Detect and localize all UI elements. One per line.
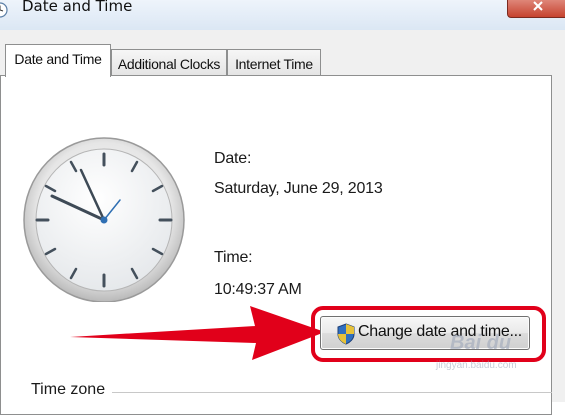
watermark: Bai du jingyan.baidu.com bbox=[432, 322, 558, 378]
tab-label: Internet Time bbox=[235, 56, 313, 72]
tab-label: Additional Clocks bbox=[117, 56, 221, 72]
time-label: Time: bbox=[214, 249, 253, 266]
close-icon bbox=[533, 1, 543, 11]
watermark-brand: Bai du bbox=[450, 332, 512, 354]
watermark-site: jingyan.baidu.com bbox=[436, 360, 517, 371]
close-button[interactable] bbox=[507, 0, 565, 18]
date-label: Date: bbox=[214, 150, 252, 167]
time-zone-label: Time zone bbox=[31, 381, 106, 398]
window-title: Date and Time bbox=[22, 0, 133, 15]
uac-shield-icon bbox=[337, 323, 355, 345]
annotation-arrow bbox=[70, 306, 325, 360]
time-value: 10:49:37 AM bbox=[214, 281, 302, 298]
title-bar: Date and Time bbox=[0, 0, 565, 31]
date-time-app-icon bbox=[0, 2, 8, 18]
date-value: Saturday, June 29, 2013 bbox=[214, 180, 383, 197]
tab-additional-clocks[interactable]: Additional Clocks bbox=[111, 49, 227, 77]
tab-internet-time[interactable]: Internet Time bbox=[227, 49, 321, 77]
analog-clock-icon bbox=[23, 137, 185, 302]
tab-label: Date and Time bbox=[14, 51, 102, 67]
tab-date-and-time[interactable]: Date and Time bbox=[5, 44, 111, 77]
group-divider bbox=[112, 392, 552, 393]
